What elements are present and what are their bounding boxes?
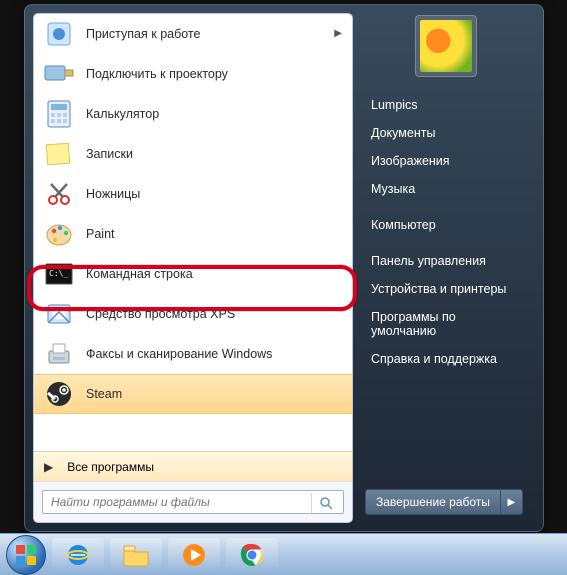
right-link[interactable]: Программы по умолчанию [365,303,527,345]
all-programs-label: Все программы [67,460,154,474]
paint-icon [44,219,74,249]
program-item-projector[interactable]: Подключить к проектору [34,54,352,94]
right-link[interactable]: Панель управления [365,247,527,275]
user-avatar-icon [420,20,472,72]
start-menu-left-pane: Приступая к работе▶Подключить к проектор… [33,13,353,523]
stickynotes-icon [44,139,74,169]
program-label: Записки [86,147,342,161]
right-link[interactable]: Устройства и принтеры [365,275,527,303]
svg-text:C:\_: C:\_ [49,269,68,278]
program-item-xps[interactable]: Средство просмотра XPS [34,294,352,334]
projector-icon [44,59,74,89]
faxscan-icon [44,339,74,369]
search-row [34,481,352,522]
program-label: Paint [86,227,342,241]
program-list: Приступая к работе▶ Подключить к проектор… [34,14,352,451]
user-avatar-frame[interactable] [415,15,477,77]
arrow-right-icon: ▶ [44,460,53,474]
shutdown-button[interactable]: Завершение работы ▶ [365,489,523,515]
start-menu: Приступая к работе▶Подключить к проектор… [24,4,544,532]
taskbar-wmp-button[interactable] [168,538,220,572]
steam-icon [44,379,74,409]
program-label: Приступая к работе [86,27,334,41]
taskbar [0,533,567,575]
right-link[interactable]: Lumpics [365,91,527,119]
taskbar-chrome-button[interactable] [226,538,278,572]
program-label: Ножницы [86,187,342,201]
right-link[interactable]: Музыка [365,175,527,203]
shutdown-row: Завершение работы ▶ [365,489,527,515]
program-item-gettingstarted[interactable]: Приступая к работе▶ [34,14,352,54]
start-button[interactable] [6,535,46,575]
right-link[interactable]: Изображения [365,147,527,175]
program-item-snipping[interactable]: Ножницы [34,174,352,214]
snipping-icon [44,179,74,209]
taskbar-ie-button[interactable] [52,538,104,572]
program-item-stickynotes[interactable]: Записки [34,134,352,174]
gettingstarted-icon [44,19,74,49]
program-item-cmd[interactable]: C:\_ Командная строка [34,254,352,294]
program-item-paint[interactable]: Paint [34,214,352,254]
program-label: Средство просмотра XPS [86,307,342,321]
search-input[interactable] [43,491,343,513]
xps-icon [44,299,74,329]
right-link[interactable]: Справка и поддержка [365,345,527,373]
program-item-steam[interactable]: Steam [34,374,352,414]
program-label: Steam [86,387,342,401]
separator [365,239,527,247]
all-programs-button[interactable]: ▶ Все программы [34,451,352,481]
program-item-calculator[interactable]: Калькулятор [34,94,352,134]
right-link[interactable]: Документы [365,119,527,147]
search-box[interactable] [42,490,344,514]
program-label: Калькулятор [86,107,342,121]
right-link[interactable]: Компьютер [365,211,527,239]
program-label: Командная строка [86,267,342,281]
separator [365,203,527,211]
shutdown-label: Завершение работы [366,495,500,509]
program-label: Подключить к проектору [86,67,342,81]
taskbar-explorer-button[interactable] [110,538,162,572]
submenu-arrow-icon: ▶ [334,28,342,39]
shutdown-arrow-icon[interactable]: ▶ [500,490,522,514]
cmd-icon: C:\_ [44,259,74,289]
start-menu-right-pane: LumpicsДокументыИзображенияМузыка Компьют… [353,13,535,523]
calculator-icon [44,99,74,129]
right-links-list: LumpicsДокументыИзображенияМузыка Компьют… [365,91,527,373]
program-item-faxscan[interactable]: Факсы и сканирование Windows [34,334,352,374]
search-icon[interactable] [311,493,339,513]
program-label: Факсы и сканирование Windows [86,347,342,361]
